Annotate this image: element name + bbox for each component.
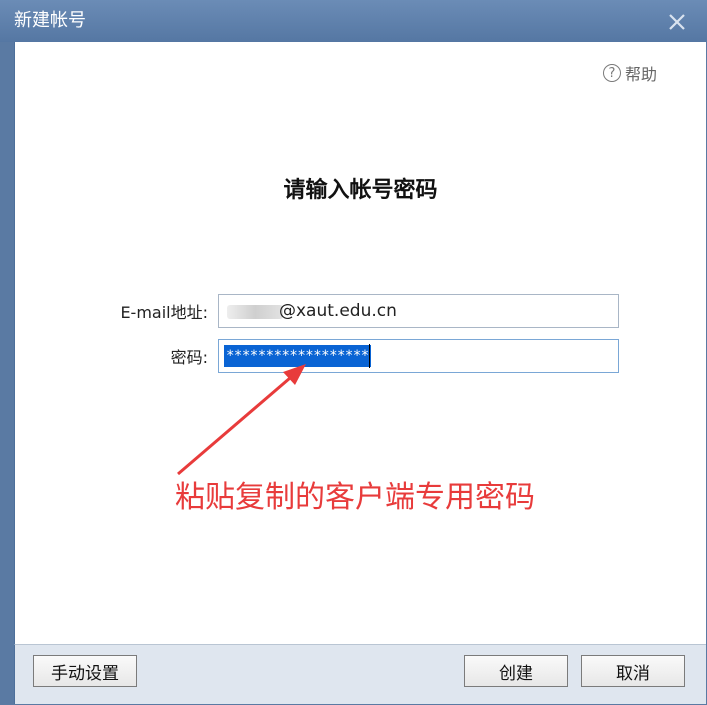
text-caret — [369, 344, 370, 368]
help-label: 帮助 — [625, 65, 658, 84]
title-bar[interactable]: 新建帐号 — [0, 0, 707, 42]
password-selection: ****************** — [224, 345, 371, 367]
email-field[interactable]: @xaut.edu.cn — [218, 294, 619, 328]
cancel-button[interactable]: 取消 — [581, 655, 685, 687]
email-label: E-mail地址: — [120, 303, 208, 322]
email-value: @xaut.edu.cn — [279, 301, 397, 321]
create-button[interactable]: 创建 — [464, 655, 568, 687]
dialog-footer: 手动设置 创建 取消 — [14, 644, 706, 704]
annotation-text: 粘贴复制的客户端专用密码 — [175, 480, 535, 515]
page-title: 请输入帐号密码 — [283, 178, 438, 203]
new-account-dialog: 新建帐号 ? 帮助 请输入帐号密码 E-mail地址: @xaut.edu.cn… — [0, 0, 707, 705]
close-button[interactable] — [663, 8, 691, 36]
dialog-content: ? 帮助 请输入帐号密码 E-mail地址: @xaut.edu.cn 密码: … — [14, 42, 706, 644]
redacted-username — [227, 305, 283, 319]
manual-settings-button[interactable]: 手动设置 — [33, 655, 137, 687]
password-label: 密码: — [170, 348, 208, 367]
question-circle-icon: ? — [603, 64, 621, 82]
password-field[interactable]: ****************** — [218, 339, 619, 373]
close-icon — [669, 14, 685, 30]
help-link[interactable]: ? 帮助 — [603, 61, 657, 85]
dialog-title: 新建帐号 — [14, 10, 86, 31]
